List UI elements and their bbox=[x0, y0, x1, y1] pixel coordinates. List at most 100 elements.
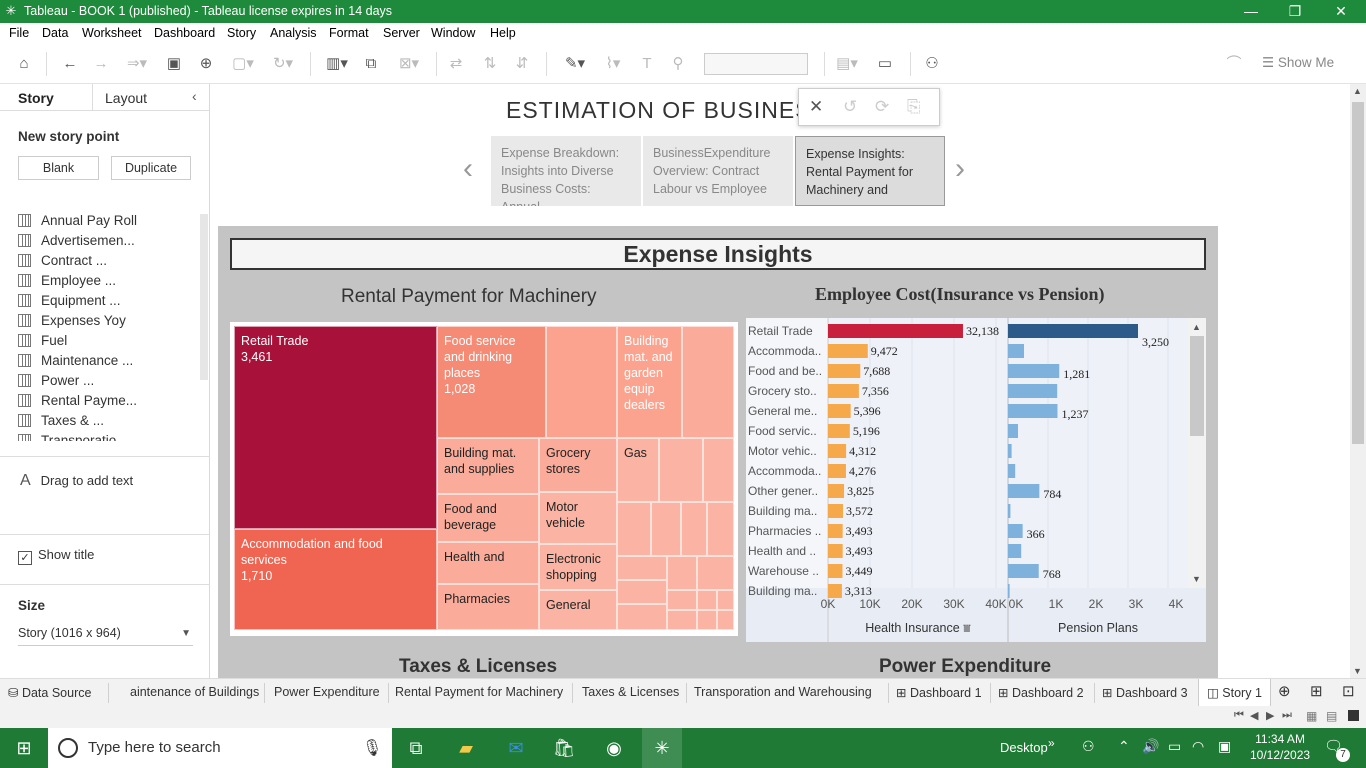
sheet-item[interactable]: Expenses Yoy bbox=[18, 313, 126, 333]
sheet-item[interactable]: Taxes & ... bbox=[18, 413, 104, 433]
sheet-list[interactable]: Annual Pay Roll Advertisemen... Contract… bbox=[0, 211, 200, 441]
menu-window[interactable]: Window bbox=[431, 26, 475, 40]
update-icon[interactable]: ⟳ bbox=[875, 97, 889, 117]
menu-worksheet[interactable]: Worksheet bbox=[82, 26, 142, 40]
mail-icon[interactable]: ✉ bbox=[503, 736, 529, 760]
close-icon[interactable]: ✕ bbox=[809, 97, 823, 117]
menu-dashboard[interactable]: Dashboard bbox=[154, 26, 215, 40]
sheet-item[interactable]: Equipment ... bbox=[18, 293, 121, 313]
story-point-caption[interactable]: BusinessExpenditure Overview: Contract L… bbox=[643, 136, 793, 206]
tableau-taskbar-icon[interactable]: ✳ bbox=[642, 728, 682, 768]
tab-sheet[interactable]: Transporation and Warehousing bbox=[694, 685, 872, 699]
microphone-icon[interactable]: 🎙 bbox=[362, 738, 382, 758]
treemap-cell[interactable] bbox=[659, 438, 703, 502]
treemap-cell[interactable]: Health and bbox=[437, 542, 539, 584]
file-explorer-icon[interactable]: ▰ bbox=[453, 736, 479, 760]
pause-updates-icon[interactable]: ▢▾ bbox=[226, 54, 260, 74]
tab-sheet[interactable]: Rental Payment for Machinery bbox=[395, 685, 563, 699]
show-hidden-icons[interactable]: ⌃ bbox=[1118, 738, 1130, 755]
show-sheet-sorter-icon[interactable] bbox=[1348, 710, 1359, 721]
tab-nav-prev-icon[interactable]: ◀ bbox=[1250, 709, 1258, 722]
treemap-cell[interactable] bbox=[697, 556, 734, 590]
sheet-item[interactable]: Rental Payme... bbox=[18, 393, 137, 413]
treemap-cell[interactable]: Electronic shopping bbox=[539, 544, 617, 590]
undo-icon[interactable]: ← bbox=[60, 54, 80, 74]
tab-nav-last-icon[interactable]: ⏭ bbox=[1282, 709, 1292, 722]
revert-icon[interactable]: ↺ bbox=[843, 97, 857, 117]
new-dashboard-tab-icon[interactable]: ⊞ bbox=[1310, 682, 1323, 700]
treemap-cell[interactable] bbox=[667, 610, 697, 630]
desktop-label[interactable]: Desktop bbox=[1000, 740, 1048, 755]
new-story-tab-icon[interactable]: ⊡ bbox=[1342, 682, 1355, 700]
wifi-icon[interactable]: ◠ bbox=[1192, 738, 1204, 755]
next-story-point-icon[interactable]: › bbox=[955, 152, 965, 186]
restore-button[interactable]: ❐ bbox=[1272, 1, 1318, 22]
share-icon[interactable]: ⚇ bbox=[922, 54, 942, 74]
format-painter-icon[interactable]: ⌒ bbox=[1224, 54, 1244, 74]
show-title-checkbox[interactable]: ✓ Show title bbox=[18, 547, 94, 565]
treemap-cell[interactable] bbox=[667, 590, 697, 610]
swap-icon[interactable]: ⇄ bbox=[446, 54, 466, 74]
treemap-cell[interactable]: Motor vehicle bbox=[539, 492, 617, 544]
treemap-cell[interactable]: Food service and drinking places 1,028 bbox=[437, 326, 546, 438]
treemap-cell[interactable] bbox=[617, 502, 651, 556]
blank-button[interactable]: Blank bbox=[18, 156, 99, 180]
volume-icon[interactable]: 🔊 bbox=[1142, 738, 1159, 755]
story-point-caption[interactable]: Expense Breakdown: Insights into Diverse… bbox=[491, 136, 641, 206]
redo-icon[interactable]: → bbox=[91, 54, 111, 74]
treemap-cell[interactable]: General bbox=[539, 590, 617, 630]
sheet-item[interactable]: Maintenance ... bbox=[18, 353, 133, 373]
scroll-thumb[interactable] bbox=[1352, 102, 1364, 444]
tab-dashboard-1[interactable]: ⊞ Dashboard 1 bbox=[896, 685, 982, 700]
duplicate-sheet-icon[interactable]: ⧉ bbox=[361, 54, 381, 74]
size-dropdown[interactable]: Story (1016 x 964) ▼ bbox=[18, 626, 193, 646]
duplicate-button[interactable]: Duplicate bbox=[111, 156, 191, 180]
store-icon[interactable]: 🛍 bbox=[551, 736, 577, 760]
treemap-cell[interactable]: Accommodation and food services 1,710 bbox=[234, 529, 437, 630]
highlight-icon[interactable]: ✎▾ bbox=[558, 54, 592, 74]
treemap-cell[interactable]: Gas bbox=[617, 438, 659, 502]
chevron-right-icon[interactable]: » bbox=[1048, 736, 1055, 750]
treemap-cell[interactable] bbox=[703, 438, 734, 502]
new-datasource-icon[interactable]: ⊕ bbox=[196, 54, 216, 74]
treemap-cell[interactable] bbox=[697, 610, 717, 630]
tab-layout[interactable]: Layout bbox=[105, 90, 147, 106]
treemap-cell[interactable] bbox=[617, 580, 667, 604]
treemap-cell[interactable] bbox=[667, 556, 697, 590]
treemap-cell[interactable] bbox=[617, 604, 667, 630]
treemap-cell[interactable] bbox=[707, 502, 734, 556]
menu-story[interactable]: Story bbox=[227, 26, 256, 40]
treemap-cell[interactable]: Food and beverage bbox=[437, 494, 539, 542]
fit-dropdown[interactable] bbox=[704, 53, 808, 75]
windows-start-icon[interactable]: ⊞ bbox=[11, 736, 37, 760]
sheet-list-scrollbar[interactable] bbox=[200, 214, 208, 380]
minimize-button[interactable]: — bbox=[1228, 1, 1274, 22]
menu-data[interactable]: Data bbox=[42, 26, 68, 40]
treemap-cell[interactable] bbox=[681, 502, 707, 556]
employee-cost-chart[interactable]: Retail Trade 32,138 3,250 Accommoda.. 9,472 F… bbox=[746, 318, 1206, 642]
menu-server[interactable]: Server bbox=[383, 26, 420, 40]
drag-text-item[interactable]: A Drag to add text bbox=[20, 472, 133, 490]
treemap-cell[interactable]: Building mat. and supplies bbox=[437, 438, 539, 494]
previous-story-point-icon[interactable]: ‹ bbox=[463, 152, 473, 186]
collapse-pane-icon[interactable]: ‹ bbox=[192, 88, 197, 104]
replay-icon[interactable]: ⇒▾ bbox=[120, 54, 154, 74]
clear-sheet-icon[interactable]: ⊠▾ bbox=[392, 54, 426, 74]
taskbar-search[interactable]: Type here to search 🎙 bbox=[48, 728, 392, 768]
close-button[interactable]: ✕ bbox=[1318, 1, 1364, 22]
home-icon[interactable]: ⌂ bbox=[14, 54, 34, 74]
treemap-cell[interactable] bbox=[717, 610, 734, 630]
save-as-new-icon[interactable]: ⎘ bbox=[907, 97, 921, 117]
tab-story[interactable]: Story bbox=[18, 90, 54, 106]
menu-file[interactable]: File bbox=[9, 26, 29, 40]
fix-axes-icon[interactable]: ⚲ bbox=[668, 54, 688, 74]
menu-analysis[interactable]: Analysis bbox=[270, 26, 317, 40]
sheet-item[interactable]: Advertisemen... bbox=[18, 233, 135, 253]
scroll-up-icon[interactable]: ▲ bbox=[1353, 86, 1362, 96]
tab-dashboard-3[interactable]: ⊞ Dashboard 3 bbox=[1102, 685, 1188, 700]
refresh-icon[interactable]: ↻▾ bbox=[266, 54, 300, 74]
sheet-item[interactable]: Power ... bbox=[18, 373, 94, 393]
system-clock[interactable]: 11:34 AM 10/12/2023 bbox=[1250, 731, 1310, 763]
chrome-icon[interactable]: ◉ bbox=[601, 736, 627, 760]
people-icon[interactable]: ⚇ bbox=[1082, 738, 1095, 755]
